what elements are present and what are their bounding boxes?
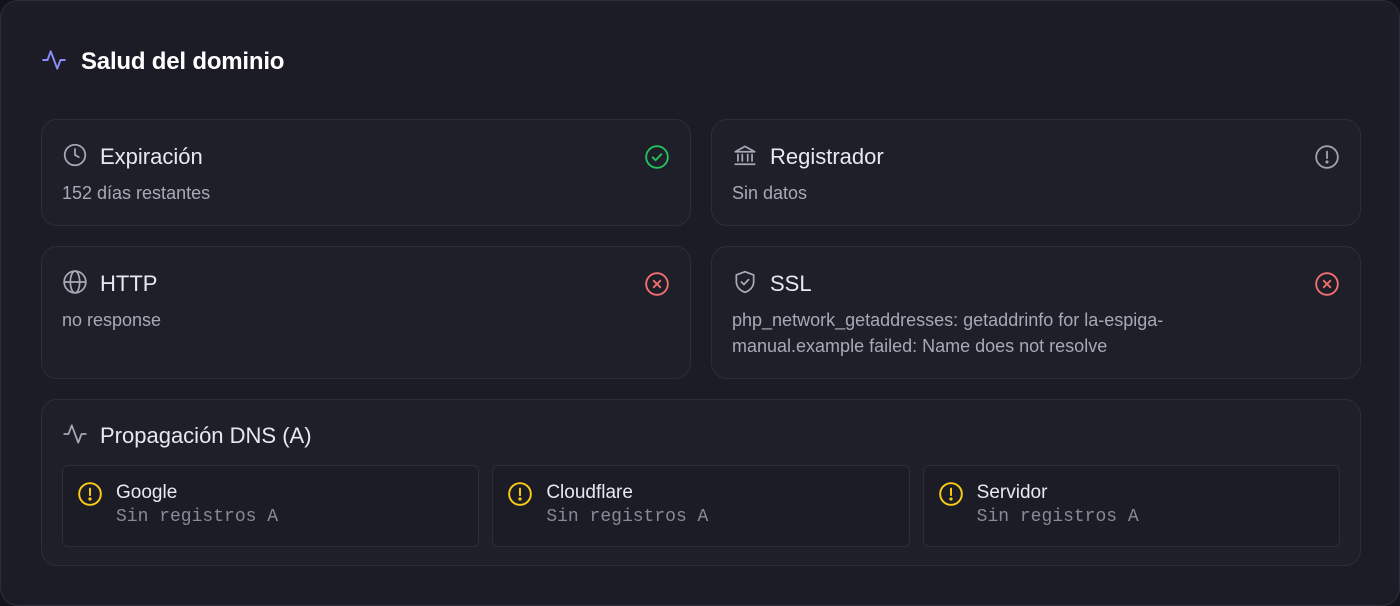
domain-health-panel: Salud del dominio Expiración 152 días re… [0, 0, 1400, 606]
globe-icon [62, 269, 88, 300]
ssl-text: php_network_getaddresses: getaddrinfo fo… [732, 310, 1164, 356]
warning-circle-icon [77, 481, 103, 507]
bank-icon [732, 142, 758, 173]
ssl-title: SSL [770, 271, 812, 296]
http-text: no response [62, 310, 162, 330]
warning-circle-icon [938, 481, 964, 507]
resolver-value: Sin registros A [116, 507, 279, 527]
dns-resolver-google: Google Sin registros A [62, 465, 480, 547]
resolver-value: Sin registros A [976, 507, 1139, 527]
resolver-name: Google [116, 482, 178, 503]
dns-resolver-list: Google Sin registros A Cloudflare Sin re… [62, 465, 1340, 547]
panel-header: Salud del dominio [41, 45, 284, 79]
http-title: HTTP [100, 271, 158, 296]
alert-circle-icon [1314, 144, 1340, 170]
page-title: Salud del dominio [81, 48, 285, 75]
x-circle-icon [644, 271, 670, 297]
expiration-title: Expiración [100, 144, 203, 169]
resolver-value: Sin registros A [546, 507, 709, 527]
x-circle-icon [1314, 271, 1340, 297]
ssl-card: SSL php_network_getaddresses: getaddrinf… [711, 246, 1361, 379]
resolver-name: Servidor [976, 482, 1048, 503]
resolver-name: Cloudflare [546, 482, 633, 503]
registrar-title: Registrador [770, 144, 884, 169]
expiration-card: Expiración 152 días restantes [41, 119, 691, 226]
clock-icon [62, 142, 88, 173]
warning-circle-icon [507, 481, 533, 507]
check-circle-icon [644, 144, 670, 170]
dns-resolver-cloudflare: Cloudflare Sin registros A [492, 465, 910, 547]
shield-check-icon [732, 269, 758, 300]
activity-icon [62, 421, 88, 452]
dns-propagation-card: Propagación DNS (A) Google Sin registros… [41, 399, 1361, 566]
dns-title: Propagación DNS (A) [100, 423, 312, 448]
activity-icon [41, 47, 67, 78]
dns-resolver-servidor: Servidor Sin registros A [922, 465, 1340, 547]
expiration-text: 152 días restantes [62, 183, 211, 203]
http-card: HTTP no response [41, 246, 691, 379]
registrar-text: Sin datos [732, 183, 808, 203]
registrar-card: Registrador Sin datos [711, 119, 1361, 226]
